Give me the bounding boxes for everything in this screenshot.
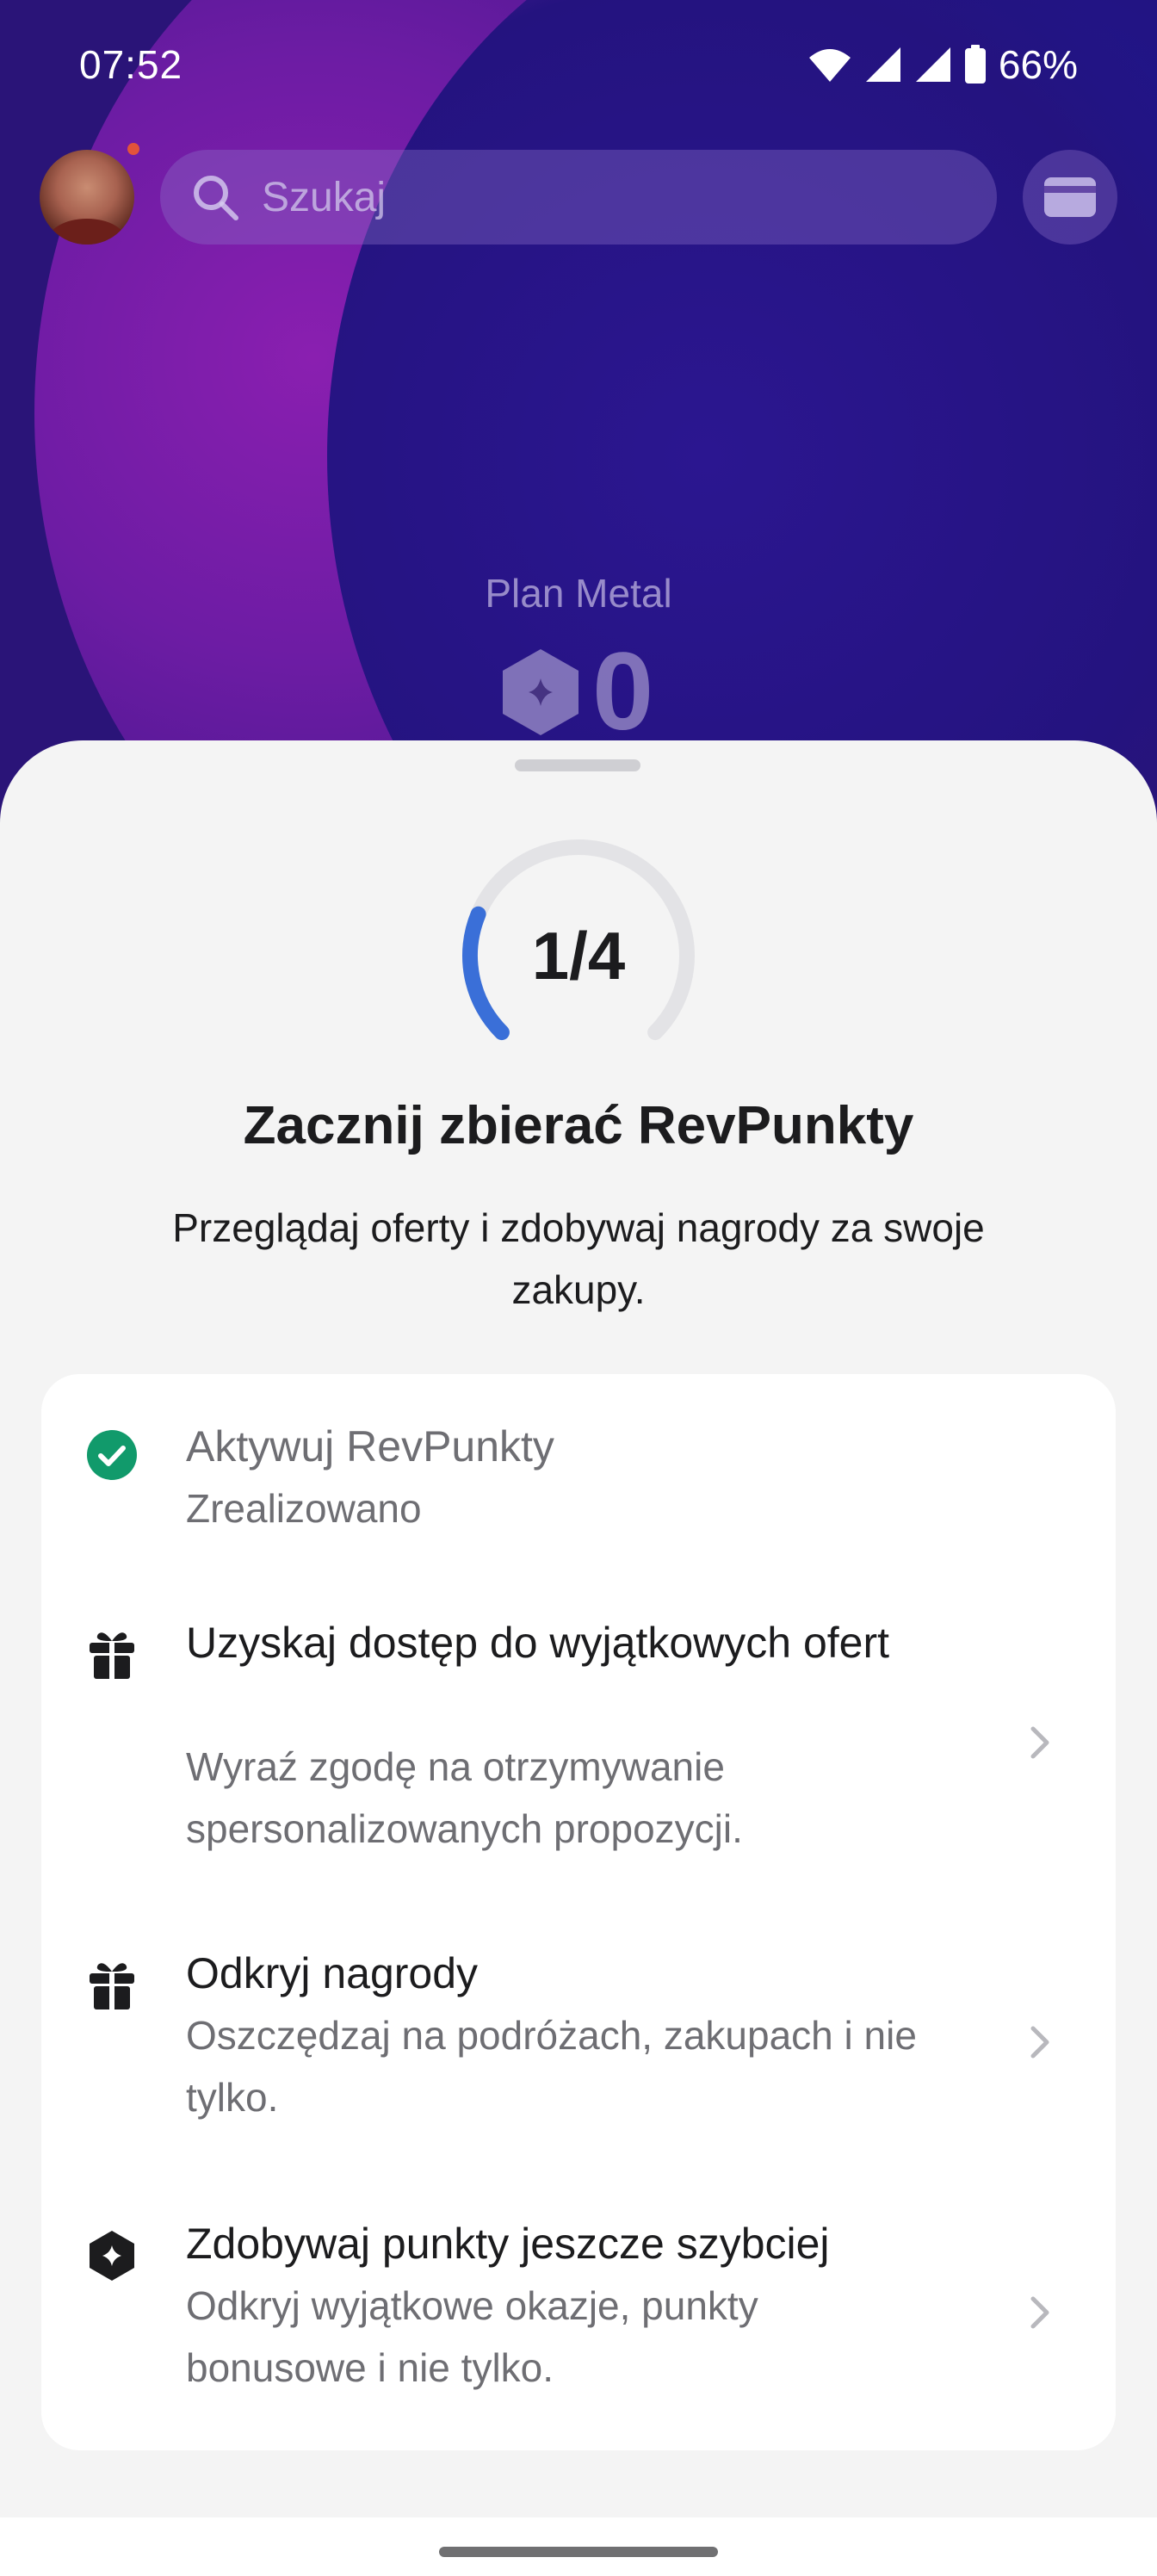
status-time: 07:52 <box>79 42 183 87</box>
system-nav-bar <box>0 2517 1157 2576</box>
task-activate-revpoints: Aktywuj RevPunkty Zrealizowano <box>41 1409 1116 1581</box>
task-description: Zrealizowano <box>186 1486 422 1531</box>
progress-label: 1/4 <box>531 917 626 994</box>
sheet-subtitle: Przeglądaj oferty i zdobywaj nagrody za … <box>172 1205 985 1312</box>
search-icon <box>194 176 238 220</box>
cards-button[interactable] <box>1023 150 1117 245</box>
plan-label: Plan Metal <box>485 571 672 616</box>
revpoints-hexagon-icon <box>503 649 578 735</box>
task-description: Wyraź zgodę na otrzymywanie spersonalizo… <box>186 1744 743 1851</box>
task-title: Uzyskaj dostęp do wyjątkowych ofert <box>186 1619 890 1667</box>
search-input[interactable]: Szukaj <box>160 150 997 245</box>
chevron-right-icon <box>1030 1726 1049 1759</box>
points-value: 0 <box>592 630 654 753</box>
task-title: Aktywuj RevPunkty <box>186 1422 554 1471</box>
search-placeholder: Szukaj <box>262 174 387 220</box>
status-bar: 07:52 66% <box>79 38 1078 90</box>
gift-icon <box>90 1632 134 1679</box>
task-title: Zdobywaj punkty jeszcze szybciej <box>186 2220 830 2268</box>
home-gesture-pill[interactable] <box>439 2547 718 2557</box>
card-icon <box>1044 177 1096 217</box>
task-title: Odkryj nagrody <box>186 1949 479 1997</box>
sheet-title: Zacznij zbierać RevPunkty <box>243 1096 914 1155</box>
tasks-card: Aktywuj RevPunkty Zrealizowano Uzyskaj d… <box>41 1374 1116 2450</box>
sheet-drag-handle[interactable] <box>515 759 640 771</box>
signal-icon-2 <box>915 47 950 82</box>
gift-icon <box>90 1963 134 2009</box>
task-exclusive-offers[interactable]: Uzyskaj dostęp do wyjątkowych ofert Wyra… <box>41 1612 1116 1896</box>
check-circle-icon <box>87 1430 137 1480</box>
status-icons: 66% <box>807 41 1078 88</box>
task-description: Odkryj wyjątkowe okazje, punkty bonusowe… <box>186 2283 758 2390</box>
task-earn-faster[interactable]: Zdobywaj punkty jeszcze szybciej Odkryj … <box>41 2213 1116 2437</box>
avatar[interactable] <box>40 150 134 245</box>
points-balance[interactable]: 0 <box>499 637 653 747</box>
chevron-right-icon <box>1030 2296 1049 2329</box>
chevron-right-icon <box>1030 2026 1049 2059</box>
bottom-sheet: 1/4 Zacznij zbierać RevPunkty Przeglądaj… <box>0 740 1157 2576</box>
battery-percent: 66% <box>998 42 1078 87</box>
task-discover-rewards[interactable]: Odkryj nagrody Oszczędzaj na podróżach, … <box>41 1942 1116 2166</box>
task-description: Oszczędzaj na podróżach, zakupach i nie … <box>186 2013 917 2120</box>
signal-icon <box>865 47 900 82</box>
progress-ring: 1/4 <box>458 835 699 1076</box>
wifi-icon <box>808 49 851 82</box>
notification-dot <box>127 143 139 155</box>
battery-icon <box>964 45 986 84</box>
hexagon-sparkle-icon <box>90 2231 134 2281</box>
